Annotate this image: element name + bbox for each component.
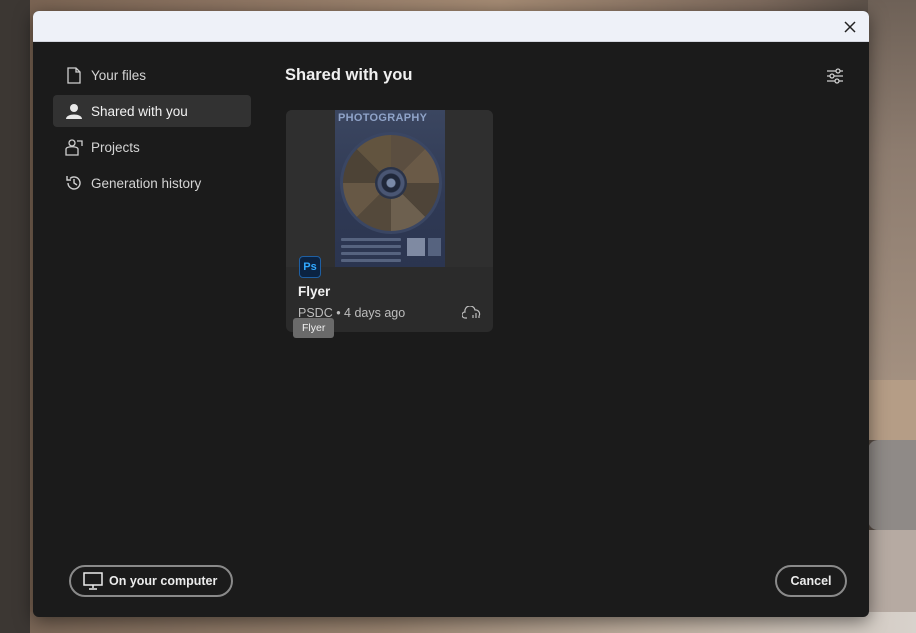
file-card[interactable]: PHOTOGRAPHY Ps Flyer PSDC • 4 days ago (286, 110, 493, 332)
page-title: Shared with you (285, 66, 413, 84)
open-file-dialog: Your files Shared with you Projects Gene… (33, 11, 869, 617)
filter-sliders-icon (827, 68, 843, 84)
thumbnail-block (428, 238, 441, 256)
background-panel (868, 0, 916, 380)
photoshop-badge-icon: Ps (299, 256, 321, 278)
history-icon (65, 174, 83, 192)
monitor-icon (83, 572, 103, 590)
thumbnail-qr (407, 238, 425, 256)
projects-icon (65, 138, 83, 156)
sidebar-item-label: Your files (91, 67, 147, 83)
file-name: Flyer (298, 284, 331, 299)
sidebar-item-generation-history[interactable]: Generation history (53, 167, 251, 199)
cancel-button[interactable]: Cancel (775, 565, 847, 597)
background-cushion (868, 440, 916, 530)
file-tooltip: Flyer (293, 318, 335, 338)
dialog-titlebar (33, 11, 869, 42)
filter-button[interactable] (825, 67, 847, 87)
user-icon (65, 102, 83, 120)
file-thumbnail-area: PHOTOGRAPHY (286, 110, 493, 267)
cloud-sync-icon (461, 305, 482, 320)
sidebar: Your files Shared with you Projects Gene… (53, 59, 251, 203)
sidebar-item-shared-with-you[interactable]: Shared with you (53, 95, 251, 127)
sidebar-item-label: Generation history (91, 175, 202, 191)
sidebar-item-your-files[interactable]: Your files (53, 59, 251, 91)
thumbnail-title: PHOTOGRAPHY (338, 112, 428, 124)
file-icon (65, 66, 83, 84)
thumbnail-lens (375, 167, 407, 199)
sidebar-item-label: Projects (91, 139, 140, 155)
sidebar-item-projects[interactable]: Projects (53, 131, 251, 163)
on-your-computer-label: On your computer (109, 574, 218, 588)
thumbnail-text-lines (341, 238, 401, 266)
sidebar-item-label: Shared with you (91, 103, 188, 119)
on-your-computer-button[interactable]: On your computer (69, 565, 233, 597)
close-button[interactable] (839, 16, 861, 38)
background-sofa (868, 530, 916, 612)
background-floor (868, 380, 916, 440)
close-icon (844, 21, 856, 33)
file-thumbnail: PHOTOGRAPHY (335, 110, 445, 267)
